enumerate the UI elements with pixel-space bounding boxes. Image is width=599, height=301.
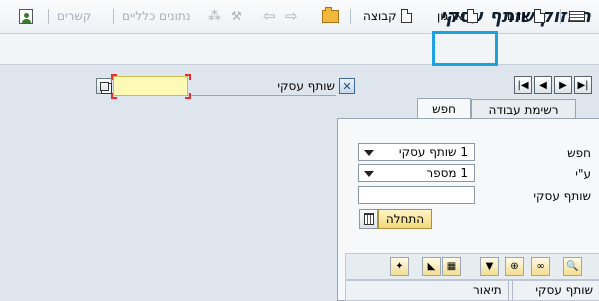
deselect-button[interactable]: ✕ xyxy=(339,78,355,94)
document-icon xyxy=(467,9,479,23)
next-icon: ▶ xyxy=(559,79,567,91)
tab-worklist[interactable]: רשימת עבודה xyxy=(471,99,576,119)
person-button[interactable]: אדם xyxy=(507,7,545,25)
search-type-value: 1 שותף עסקי xyxy=(398,145,468,159)
last-icon: ▶| xyxy=(577,79,589,91)
back-button[interactable]: ⇦ xyxy=(263,7,276,25)
magnifier-icon: 🔍 xyxy=(566,261,579,272)
required-corner xyxy=(185,74,191,80)
table-view-button[interactable] xyxy=(569,7,585,25)
toolbar-separator xyxy=(48,9,49,24)
search-type-select[interactable]: 1 שותף עסקי xyxy=(358,143,475,161)
arrow-right-icon: ⇨ xyxy=(285,7,298,25)
person-settings-button[interactable] xyxy=(19,7,33,25)
tab-worklist-label: רשימת עבודה xyxy=(488,102,559,117)
favorites-button[interactable]: ✦ xyxy=(390,257,409,276)
toolbar-separator xyxy=(560,9,561,24)
nav-first-button[interactable]: |◀ xyxy=(514,76,532,94)
layout-menu-button[interactable]: ◣ xyxy=(422,257,441,276)
business-partner-label: שותף עסקי xyxy=(277,79,335,93)
chevron-down-icon xyxy=(364,150,374,156)
search-by-value: 1 מספר xyxy=(426,166,468,180)
toolbar-separator xyxy=(350,9,351,24)
relationships-button[interactable]: קשרים xyxy=(57,7,91,25)
filter-button[interactable]: ▼ xyxy=(480,257,499,276)
column-business-partner[interactable]: שותף עסקי xyxy=(535,283,593,297)
copy-button[interactable] xyxy=(96,78,112,94)
start-button[interactable]: התחלה xyxy=(378,209,432,229)
open-folder-button[interactable] xyxy=(322,6,339,25)
person-button-label: אדם xyxy=(507,9,530,23)
nav-next-button[interactable]: ▶ xyxy=(554,76,572,94)
toolbar-separator xyxy=(113,9,114,24)
organization-button-label: ארגון xyxy=(437,9,464,23)
organization-button[interactable]: ארגון xyxy=(437,7,479,25)
column-separator xyxy=(508,281,509,300)
copy-icon xyxy=(99,81,109,91)
group-button[interactable]: קבוצה xyxy=(363,7,412,25)
chevron-down-icon xyxy=(364,171,374,177)
caret-icon: ◣ xyxy=(427,261,436,272)
table-icon xyxy=(569,10,585,22)
group-button-label: קבוצה xyxy=(363,9,397,23)
binoculars-next-icon: ⊕ xyxy=(510,261,519,272)
close-icon: ✕ xyxy=(342,79,352,93)
document-icon xyxy=(533,9,545,23)
column-description[interactable]: תיאור xyxy=(473,283,502,297)
filter-icon: ▼ xyxy=(485,261,494,272)
find-next-button[interactable]: ⊕ xyxy=(505,257,524,276)
prev-icon: ◀ xyxy=(539,79,547,91)
column-separator xyxy=(512,281,513,300)
hierarchy-button[interactable]: ⁂ xyxy=(208,7,221,25)
nav-last-button[interactable]: ▶| xyxy=(574,76,592,94)
delete-button[interactable] xyxy=(359,209,378,229)
tab-search[interactable]: חפש xyxy=(417,98,471,119)
document-icon xyxy=(400,9,412,23)
business-partner-input[interactable] xyxy=(113,76,188,96)
search-by-label: ע"י xyxy=(575,167,591,181)
trash-icon xyxy=(363,213,374,225)
partner-field-label: שותף עסקי xyxy=(533,189,591,203)
layout-icon: ▦ xyxy=(446,261,457,272)
hierarchy-icon: ⁂ xyxy=(208,8,221,24)
grid-toolbar xyxy=(345,253,599,280)
wand-icon: ⚒ xyxy=(231,9,242,23)
nav-prev-button[interactable]: ◀ xyxy=(534,76,552,94)
highlight-box xyxy=(432,31,498,66)
relationships-label: קשרים xyxy=(57,9,92,23)
details-button[interactable]: 🔍 xyxy=(563,257,582,276)
forward-button[interactable]: ⇨ xyxy=(285,7,298,25)
search-by-select[interactable]: 1 מספר xyxy=(358,164,475,182)
magic-wand-button[interactable]: ⚒ xyxy=(231,7,242,25)
star-icon: ✦ xyxy=(395,261,404,272)
application-toolbar xyxy=(0,34,599,65)
binoculars-icon: ∞ xyxy=(536,261,545,272)
find-button[interactable]: ∞ xyxy=(531,257,550,276)
layout-button[interactable]: ▦ xyxy=(442,257,461,276)
tab-search-label: חפש xyxy=(432,102,456,116)
search-field-label: חפש xyxy=(567,146,591,160)
arrow-left-icon: ⇦ xyxy=(263,7,276,25)
general-data-button[interactable]: נתונים כלליים xyxy=(122,7,191,25)
partner-number-input[interactable] xyxy=(358,186,475,204)
field-underline xyxy=(188,95,336,96)
general-data-label: נתונים כלליים xyxy=(122,9,191,23)
required-corner xyxy=(185,93,191,99)
first-icon: |◀ xyxy=(517,79,529,91)
user-settings-icon xyxy=(19,8,33,24)
folder-icon xyxy=(322,6,339,23)
